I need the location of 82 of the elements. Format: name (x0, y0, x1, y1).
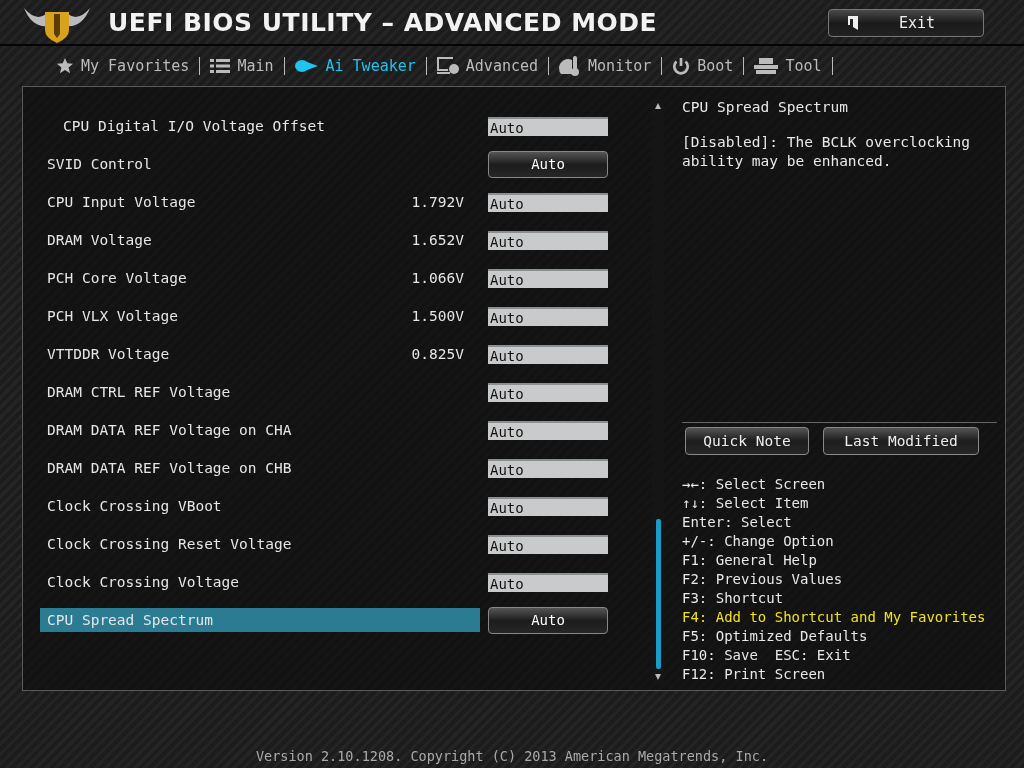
setting-label: Clock Crossing Voltage (47, 574, 240, 590)
key-hint: →←: Select Screen (682, 475, 827, 494)
key-hint: F2: Previous Values (682, 570, 844, 589)
setting-row[interactable]: DRAM DATA REF Voltage on CHB (40, 456, 480, 480)
key-hint: F10: Save ESC: Exit (682, 646, 852, 665)
value-field[interactable]: Auto (488, 572, 608, 592)
voltage-reading: 1.792V (410, 194, 465, 210)
value-field[interactable]: Auto (488, 306, 608, 326)
setting-row[interactable]: DRAM CTRL REF Voltage (40, 380, 480, 404)
setting-row[interactable]: DRAM DATA REF Voltage on CHA (40, 418, 480, 442)
monitor-info-icon (436, 57, 459, 75)
scroll-down-icon (654, 673, 662, 681)
help-button[interactable]: Quick Note (685, 427, 809, 455)
door-icon (847, 15, 859, 31)
help-title: CPU Spread Spectrum (682, 99, 849, 115)
help-text: [Disabled]: The BCLK overclocking ability may be enhanced. (682, 133, 972, 171)
setting-row[interactable]: Clock Crossing Voltage (40, 570, 480, 594)
setting-label: VTTDDR Voltage (47, 346, 170, 362)
setting-row[interactable]: Clock Crossing VBoot (40, 494, 480, 518)
voltage-reading: 1.500V (410, 308, 465, 324)
tab[interactable]: My Favorites (56, 57, 190, 75)
power-icon (672, 57, 691, 75)
setting-label: SVID Control (47, 156, 152, 172)
setting-row[interactable]: CPU Input Voltage 1.792V (40, 190, 480, 214)
list-icon (210, 58, 231, 74)
key-hint: +/-: Change Option (682, 532, 835, 551)
value-field[interactable]: Auto (488, 230, 608, 250)
setting-label: CPU Digital I/O Voltage Offset (63, 118, 325, 134)
setting-row[interactable]: CPU Spread Spectrum (40, 608, 480, 632)
setting-row[interactable]: PCH VLX Voltage 1.500V (40, 304, 480, 328)
window-title: UEFI BIOS UTILITY – ADVANCED MODE (108, 7, 659, 37)
setting-row[interactable]: CPU Digital I/O Voltage Offset (40, 114, 480, 138)
scrollbar-thumb[interactable] (655, 519, 661, 669)
value-field[interactable]: Auto (488, 420, 608, 440)
setting-label: PCH Core Voltage (47, 270, 187, 286)
tab[interactable]: Advanced (436, 57, 539, 75)
setting-label: DRAM Voltage (47, 232, 152, 248)
key-hint: F5: Optimized Defaults (682, 627, 869, 646)
setting-label: CPU Spread Spectrum (47, 612, 213, 628)
setting-label: DRAM CTRL REF Voltage (47, 384, 231, 400)
option-button[interactable]: Auto (488, 606, 608, 634)
key-hint: F3: Shortcut (682, 589, 785, 608)
tab[interactable]: Tool (754, 57, 822, 75)
setting-label: Clock Crossing Reset Voltage (47, 536, 292, 552)
value-field[interactable]: Auto (488, 268, 608, 288)
key-hint: ↑↓: Select Item (682, 494, 810, 513)
value-field[interactable]: Auto (488, 534, 608, 554)
setting-row[interactable]: Clock Crossing Reset Voltage (40, 532, 480, 556)
tab[interactable]: Main (210, 57, 274, 75)
setting-label: Clock Crossing VBoot (47, 498, 222, 514)
setting-label: DRAM DATA REF Voltage on CHA (47, 422, 292, 438)
option-button[interactable]: Auto (488, 150, 608, 178)
setting-row[interactable]: VTTDDR Voltage 0.825V (40, 342, 480, 366)
value-field[interactable]: Auto (488, 458, 608, 478)
setting-label: CPU Input Voltage (47, 194, 196, 210)
key-hint: F12: Print Screen (682, 665, 827, 684)
setting-row[interactable]: SVID Control (40, 152, 480, 176)
scroll-up-icon (654, 102, 662, 110)
tab[interactable]: Boot (672, 57, 734, 75)
exit-button[interactable]: Exit (828, 9, 984, 37)
setting-row[interactable]: DRAM Voltage 1.652V (40, 228, 480, 252)
toolbox-icon (754, 58, 779, 74)
tab[interactable]: Ai Tweaker (294, 57, 416, 75)
value-field[interactable]: Auto (488, 116, 608, 136)
help-button[interactable]: Last Modified (823, 427, 979, 455)
tab[interactable]: Monitor (559, 56, 652, 76)
voltage-reading: 1.066V (410, 270, 465, 286)
value-field[interactable]: Auto (488, 344, 608, 364)
version-text: Version 2.10.1208. Copyright (C) 2013 American Megatrends, Inc. (254, 748, 769, 766)
key-hint: Enter: Select (682, 513, 793, 532)
value-field[interactable]: Auto (488, 382, 608, 402)
voltage-reading: 0.825V (410, 346, 465, 362)
key-hint: F4: Add to Shortcut and My Favorites (682, 608, 987, 627)
star-icon (56, 57, 74, 75)
value-field[interactable]: Auto (488, 192, 608, 212)
setting-label: PCH VLX Voltage (47, 308, 178, 324)
setting-label: DRAM DATA REF Voltage on CHB (47, 460, 292, 476)
value-field[interactable]: Auto (488, 496, 608, 516)
setting-row[interactable]: PCH Core Voltage 1.066V (40, 266, 480, 290)
key-hint: F1: General Help (682, 551, 818, 570)
voltage-reading: 1.652V (410, 232, 465, 248)
thermometer-icon (559, 56, 582, 76)
